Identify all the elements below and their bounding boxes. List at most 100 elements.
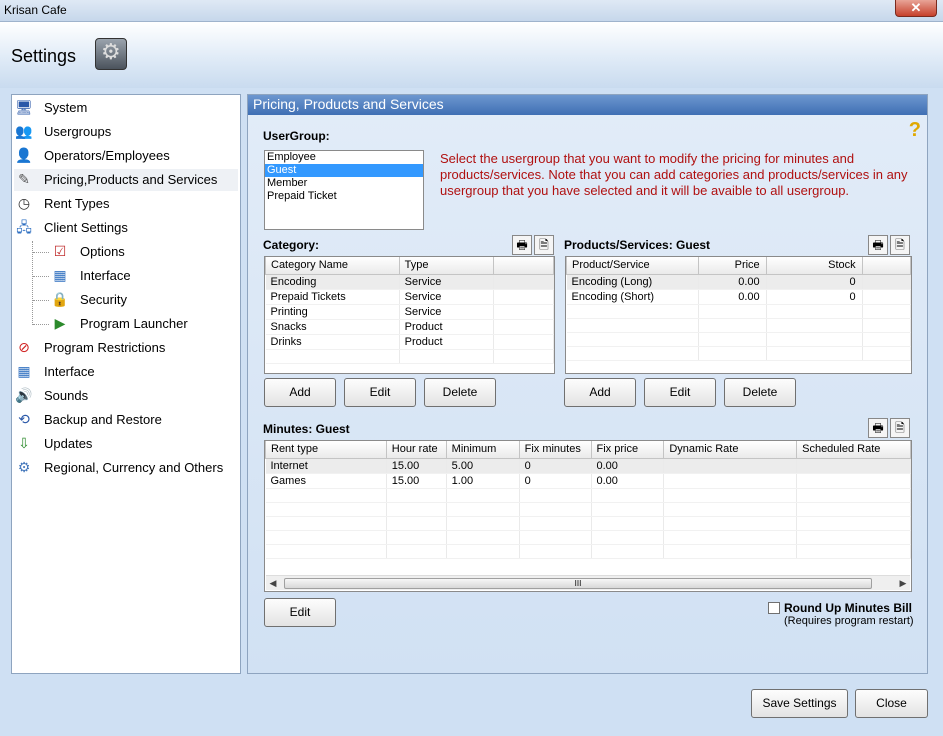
table-cell bbox=[386, 530, 447, 545]
column-header[interactable]: Fix price bbox=[590, 441, 665, 459]
table-row bbox=[265, 349, 554, 364]
usergroup-option[interactable]: Member bbox=[265, 177, 423, 190]
settings-header: Settings bbox=[0, 22, 943, 88]
nav-item-operators-employees[interactable]: 👤 Operators/Employees bbox=[14, 145, 238, 167]
column-header[interactable]: Dynamic Rate bbox=[663, 441, 798, 459]
table-row[interactable]: Games 15.00 1.00 0 0.00 bbox=[265, 473, 911, 489]
table-cell bbox=[862, 304, 911, 319]
usergroup-option[interactable]: Guest bbox=[265, 164, 423, 177]
scroll-left-icon[interactable]: ◀ bbox=[266, 576, 280, 591]
column-header[interactable]: Rent type bbox=[265, 441, 387, 459]
close-button[interactable]: Close bbox=[855, 689, 928, 718]
category-edit-button[interactable]: Edit bbox=[344, 378, 416, 407]
products-edit-button[interactable]: Edit bbox=[644, 378, 716, 407]
minutes-edit-button[interactable]: Edit bbox=[264, 598, 336, 627]
nav-item-backup-and-restore[interactable]: ⟲ Backup and Restore bbox=[14, 409, 238, 431]
nav-item-interface[interactable]: ▦ Interface bbox=[14, 361, 238, 383]
usergroup-option[interactable]: Employee bbox=[265, 151, 423, 164]
usergroup-option[interactable]: Prepaid Ticket bbox=[265, 190, 423, 203]
nav-item-updates[interactable]: ⇩ Updates bbox=[14, 433, 238, 455]
table-row[interactable]: Internet 15.00 5.00 0 0.00 bbox=[265, 458, 911, 474]
grid-icon: ▦ bbox=[53, 268, 67, 284]
column-header[interactable]: Price bbox=[698, 257, 767, 275]
table-row[interactable]: Prepaid Tickets Service bbox=[265, 289, 554, 305]
export-icon[interactable]: 🗎 bbox=[890, 235, 910, 255]
table-cell bbox=[698, 304, 767, 319]
table-cell bbox=[862, 332, 911, 347]
column-header[interactable]: Type bbox=[398, 257, 495, 275]
export-icon[interactable]: 🗎 bbox=[890, 418, 910, 438]
usergroup-listbox[interactable]: Employee Guest Member Prepaid Ticket bbox=[264, 150, 424, 230]
table-cell bbox=[493, 274, 554, 290]
save-settings-button[interactable]: Save Settings bbox=[751, 689, 848, 718]
table-cell bbox=[591, 544, 665, 559]
table-row bbox=[265, 516, 911, 531]
nav-item-label: Backup and Restore bbox=[44, 412, 162, 427]
category-add-button[interactable]: Add bbox=[264, 378, 336, 407]
column-header[interactable]: Stock bbox=[765, 257, 863, 275]
products-add-button[interactable]: Add bbox=[564, 378, 636, 407]
table-cell bbox=[446, 502, 520, 517]
print-icon[interactable]: 🖶 bbox=[868, 418, 888, 438]
minutes-grid[interactable]: Rent type Hour rate Minimum Fix minutes Fix … bbox=[264, 440, 912, 592]
products-grid[interactable]: Product/Service Price Stock Encoding (Lo… bbox=[565, 256, 912, 374]
nav-item-sounds[interactable]: 🔊 Sounds bbox=[14, 385, 238, 407]
nav-item-usergroups[interactable]: 👥 Usergroups bbox=[14, 121, 238, 143]
table-cell bbox=[663, 530, 798, 545]
speaker-icon: 🔊 bbox=[15, 388, 33, 404]
export-icon[interactable]: 🗎 bbox=[534, 235, 554, 255]
category-grid[interactable]: Category Name Type Encoding Service Prepai… bbox=[264, 256, 555, 374]
nav-item-system[interactable]: 🖥 System bbox=[14, 97, 238, 119]
column-header[interactable]: Hour rate bbox=[385, 441, 447, 459]
nav-item-regional-currency-and-others[interactable]: ⚙ Regional, Currency and Others bbox=[14, 457, 238, 479]
products-toolbar: 🖶 🗎 bbox=[866, 235, 910, 255]
table-cell bbox=[386, 544, 447, 559]
table-row[interactable]: Printing Service bbox=[265, 304, 554, 320]
tree-connector bbox=[33, 276, 49, 277]
table-cell bbox=[493, 334, 554, 350]
table-row[interactable]: Encoding (Long) 0.00 0 bbox=[566, 274, 911, 290]
nav-item-program-restrictions[interactable]: ⊘ Program Restrictions bbox=[14, 337, 238, 359]
window-close-button[interactable]: ✕ bbox=[895, 0, 937, 17]
table-row bbox=[265, 488, 911, 503]
table-cell bbox=[796, 530, 911, 545]
table-cell: 0.00 bbox=[698, 289, 767, 305]
print-icon[interactable]: 🖶 bbox=[868, 235, 888, 255]
table-cell: Product bbox=[399, 334, 495, 350]
table-row[interactable]: Encoding (Short) 0.00 0 bbox=[566, 289, 911, 305]
scroll-right-icon[interactable]: ▶ bbox=[896, 576, 910, 591]
table-cell bbox=[698, 332, 767, 347]
category-delete-button[interactable]: Delete bbox=[424, 378, 496, 407]
nav-item-rent-types[interactable]: ◷ Rent Types bbox=[14, 193, 238, 215]
table-row[interactable]: Drinks Product bbox=[265, 334, 554, 350]
nav-item-label: Interface bbox=[44, 364, 95, 379]
nav-item-security[interactable]: 🔒 Security bbox=[50, 289, 240, 311]
help-icon[interactable]: ? bbox=[909, 119, 921, 142]
table-cell bbox=[493, 289, 554, 305]
scroll-thumb[interactable]: III bbox=[284, 578, 872, 589]
print-icon[interactable]: 🖶 bbox=[512, 235, 532, 255]
nav-item-program-launcher[interactable]: ▶ Program Launcher bbox=[50, 313, 240, 335]
column-header[interactable]: Minimum bbox=[445, 441, 520, 459]
nav-item-interface[interactable]: ▦ Interface bbox=[50, 265, 240, 287]
table-cell bbox=[862, 318, 911, 333]
nav-item-client-settings[interactable]: 🖧 Client Settings bbox=[14, 217, 238, 239]
table-cell bbox=[796, 488, 911, 503]
nav-item-options[interactable]: ☑ Options bbox=[50, 241, 240, 263]
horizontal-scrollbar[interactable]: ◀ III ▶ bbox=[266, 575, 910, 590]
column-header[interactable]: Fix minutes bbox=[518, 441, 592, 459]
table-cell bbox=[862, 289, 911, 305]
nav-item-pricing-products-and-services[interactable]: ✎ Pricing,Products and Services bbox=[14, 169, 238, 191]
table-row[interactable]: Snacks Product bbox=[265, 319, 554, 335]
table-cell bbox=[591, 488, 665, 503]
page-title: Settings bbox=[11, 46, 77, 66]
column-header[interactable]: Product/Service bbox=[566, 257, 700, 275]
column-header[interactable]: Scheduled Rate bbox=[796, 441, 911, 459]
round-up-checkbox[interactable] bbox=[768, 602, 780, 614]
tree-connector bbox=[33, 300, 49, 301]
table-cell: 0 bbox=[766, 289, 863, 305]
table-cell bbox=[566, 332, 700, 347]
column-header[interactable]: Category Name bbox=[265, 257, 400, 275]
table-row[interactable]: Encoding Service bbox=[265, 274, 554, 290]
products-delete-button[interactable]: Delete bbox=[724, 378, 796, 407]
